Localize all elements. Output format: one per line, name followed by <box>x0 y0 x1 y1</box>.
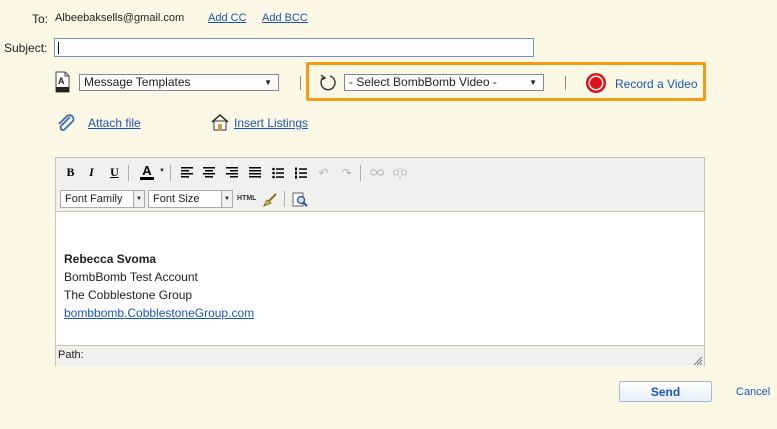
align-left-icon[interactable] <box>177 163 196 182</box>
toolbar-divider <box>170 165 171 181</box>
paperclip-icon[interactable] <box>56 113 76 133</box>
signature-website-link[interactable]: bombbomb.CobblestoneGroup.com <box>64 306 254 320</box>
numbered-list-icon[interactable] <box>291 163 310 182</box>
svg-text:A: A <box>58 76 65 86</box>
add-bcc-link[interactable]: Add BCC <box>262 12 308 24</box>
toolbar-divider <box>128 165 129 181</box>
link-icon[interactable] <box>367 163 386 182</box>
bombbomb-video-value: - Select BombBomb Video - <box>349 75 497 89</box>
resize-handle-icon[interactable] <box>692 355 703 366</box>
to-recipient: Albeebaksells@gmail.com <box>55 12 185 24</box>
editor-toolbar: B I U A ▼ ↶ ↷ Font Family ▼ Font Size ▼ … <box>56 158 704 212</box>
html-source-button[interactable]: HTML <box>237 195 256 202</box>
insert-listings-link[interactable]: Insert Listings <box>234 116 308 130</box>
align-center-icon[interactable] <box>199 163 218 182</box>
subject-input[interactable] <box>54 38 534 57</box>
underline-button[interactable]: U <box>105 163 124 182</box>
chevron-down-icon: ▼ <box>529 78 537 87</box>
record-video-link[interactable]: Record a Video <box>615 77 698 91</box>
font-family-value: Font Family <box>65 193 123 205</box>
bullet-list-icon[interactable] <box>268 163 287 182</box>
italic-button[interactable]: I <box>82 163 101 182</box>
chevron-down-icon: ▼ <box>133 191 144 207</box>
chevron-down-icon: ▼ <box>221 191 232 207</box>
font-color-button[interactable]: A <box>136 162 158 181</box>
signature-line-account: BombBomb Test Account <box>64 270 198 284</box>
add-cc-link[interactable]: Add CC <box>208 12 247 24</box>
cancel-link[interactable]: Cancel <box>736 386 770 398</box>
unlink-icon[interactable] <box>390 163 409 182</box>
toolbar-divider <box>284 191 285 207</box>
cleanup-brush-icon[interactable] <box>260 190 279 209</box>
toolbar-divider <box>360 165 361 181</box>
to-label: To: <box>32 12 49 26</box>
editor-statusbar: Path: <box>56 345 704 366</box>
font-family-select[interactable]: Font Family ▼ <box>60 190 145 208</box>
redo-icon[interactable]: ↷ <box>337 163 356 182</box>
attach-file-link[interactable]: Attach file <box>88 116 141 130</box>
color-swatch <box>140 176 154 180</box>
bombbomb-video-select[interactable]: - Select BombBomb Video - ▼ <box>344 74 544 91</box>
font-color-icon: A <box>142 162 152 178</box>
path-label: Path: <box>58 349 84 361</box>
signature-name: Rebecca Svoma <box>64 252 157 266</box>
bombbomb-video-panel: - Select BombBomb Video - ▼ Record a Vid… <box>306 62 706 101</box>
refresh-icon[interactable] <box>318 72 338 92</box>
document-a-icon: A <box>55 71 70 93</box>
send-button[interactable]: Send <box>619 381 712 402</box>
align-justify-icon[interactable] <box>245 163 264 182</box>
message-templates-select[interactable]: Message Templates ▼ <box>79 74 279 91</box>
text-caret <box>58 42 59 54</box>
preview-magnifier-icon[interactable] <box>290 190 309 209</box>
chevron-down-icon: ▼ <box>264 78 272 87</box>
align-right-icon[interactable] <box>222 163 241 182</box>
divider <box>565 76 566 90</box>
signature-line-company: The Cobblestone Group <box>64 288 193 302</box>
bold-button[interactable]: B <box>61 163 80 182</box>
message-templates-value: Message Templates <box>84 75 191 89</box>
undo-icon[interactable]: ↶ <box>314 163 333 182</box>
rich-text-editor: B I U A ▼ ↶ ↷ Font Family ▼ Font Size ▼ … <box>55 157 705 366</box>
font-size-value: Font Size <box>153 193 200 205</box>
subject-label: Subject: <box>4 41 48 55</box>
font-size-select[interactable]: Font Size ▼ <box>148 190 233 208</box>
house-icon[interactable] <box>210 113 230 131</box>
record-icon[interactable] <box>585 72 607 94</box>
chevron-down-icon[interactable]: ▼ <box>159 168 165 174</box>
divider <box>300 76 301 90</box>
